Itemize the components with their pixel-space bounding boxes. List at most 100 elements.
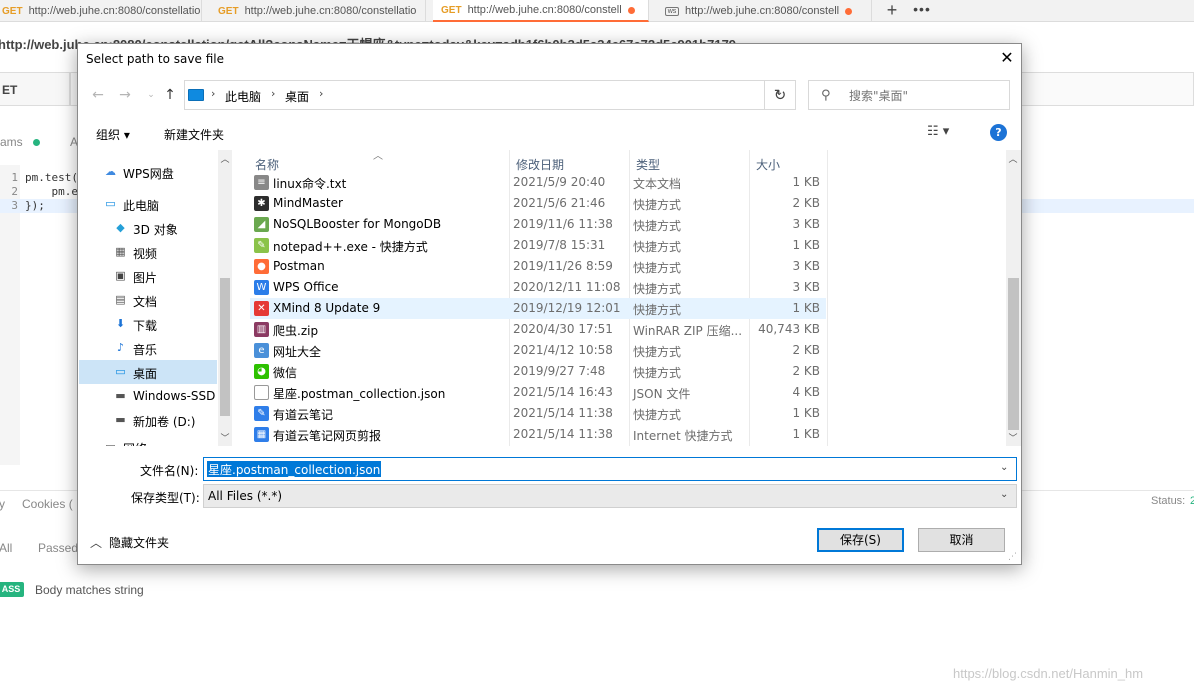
nav-item-label: WPS网盘 (123, 167, 174, 181)
more-tabs-icon[interactable]: ••• (910, 0, 934, 22)
column-type[interactable]: 类型 (636, 156, 660, 173)
scrollbar-thumb[interactable] (1008, 278, 1019, 430)
column-size[interactable]: 大小 (756, 156, 780, 173)
scroll-down-icon[interactable]: ﹀ (1006, 431, 1020, 444)
search-icon: ⚲ (821, 88, 831, 103)
browser-tab-bar: GET http://web.juhe.cn:8080/constellatio… (0, 0, 1194, 22)
dialog-title: Select path to save file (86, 52, 224, 66)
file-name: linux命令.txt (273, 177, 347, 191)
back-arrow-icon[interactable]: ← (87, 84, 109, 106)
nav-item[interactable]: ☁ WPS网盘 (79, 160, 217, 184)
nav-item[interactable]: ▦ 视频 (79, 240, 217, 264)
request-tab[interactable]: ws http://web.juhe.cn:8080/constell (657, 0, 872, 22)
nav-item[interactable]: ♪ 音乐 (79, 336, 217, 360)
file-row[interactable]: ▥ 爬虫.zip 2020/4/30 17:51 WinRAR ZIP 压缩... 40… (250, 319, 826, 340)
filename-value[interactable]: 星座.postman_collection.json (207, 461, 382, 477)
request-tab-active[interactable]: GET http://web.juhe.cn:8080/constell (433, 0, 649, 22)
file-row[interactable]: ▦ 有道云笔记网页剪报 2021/5/14 11:38 Internet 快捷方式 1 … (250, 424, 826, 445)
file-date: 2020/4/30 17:51 (513, 322, 613, 336)
new-folder-button[interactable]: 新建文件夹 (164, 126, 224, 143)
file-row[interactable]: 星座.postman_collection.json 2021/5/14 16:4… (250, 382, 826, 403)
help-icon[interactable]: ? (990, 124, 1007, 141)
file-size: 1 KB (792, 427, 820, 441)
websocket-icon: ws (665, 6, 679, 16)
nav-item[interactable]: ⬇ 下载 (79, 312, 217, 336)
save-button[interactable]: 保存(S) (817, 528, 904, 552)
nav-item-label: 下载 (133, 319, 158, 333)
file-size: 1 KB (792, 238, 820, 252)
nav-item[interactable]: ▭ 此电脑 (79, 192, 217, 216)
nav-item-label: 视频 (133, 247, 158, 261)
scroll-up-icon[interactable]: ︿ (218, 152, 232, 165)
scrollbar-thumb[interactable] (220, 278, 230, 416)
file-row[interactable]: ✕ XMind 8 Update 9 2019/12/19 12:01 快捷方式 1 K… (250, 298, 826, 319)
file-row[interactable]: e 网址大全 2021/4/12 10:58 快捷方式 2 KB (250, 340, 826, 361)
music-icon: ♪ (116, 341, 125, 354)
filename-field[interactable]: 星座.postman_collection.json ⌄ (203, 457, 1017, 481)
file-type: 快捷方式 (633, 345, 682, 359)
postman-icon: ● (254, 259, 269, 274)
chevron-down-icon[interactable]: ⌄ (1000, 489, 1008, 500)
column-name[interactable]: 名称 (255, 156, 279, 173)
desktop-icon: ▭ (115, 365, 126, 378)
file-size: 2 KB (792, 364, 820, 378)
organize-button[interactable]: 组织 ▾ (96, 126, 130, 143)
nav-item[interactable]: ▭ 桌面 (79, 360, 217, 384)
file-row[interactable]: ✱ MindMaster 2021/5/6 21:46 快捷方式 2 KB (250, 193, 826, 214)
breadcrumb-desktop[interactable]: 桌面 (285, 88, 309, 105)
request-tab[interactable]: GET http://web.juhe.cn:8080/constellatio (210, 0, 426, 22)
nav-scrollbar[interactable]: ︿ ﹀ (218, 150, 232, 446)
up-arrow-icon[interactable]: ↑ (159, 84, 181, 106)
breadcrumb-chevron-icon[interactable]: › (319, 87, 323, 100)
file-type: 快捷方式 (633, 408, 682, 422)
nav-item[interactable]: ◆ 3D 对象 (79, 216, 217, 240)
filetype-select[interactable]: All Files (*.*) ⌄ (203, 484, 1017, 508)
file-row[interactable]: ◕ 微信 2019/9/27 7:48 快捷方式 2 KB (250, 361, 826, 382)
column-date[interactable]: 修改日期 (516, 156, 564, 173)
forward-arrow-icon[interactable]: → (114, 84, 136, 106)
tab-body[interactable]: y (0, 497, 5, 511)
chevron-down-icon[interactable]: ⌄ (1000, 462, 1008, 473)
file-list-scrollbar[interactable]: ︿ ﹀ (1006, 150, 1021, 446)
file-row[interactable]: ● Postman 2019/11/26 8:59 快捷方式 3 KB (250, 256, 826, 277)
file-size: 2 KB (792, 196, 820, 210)
scroll-down-icon[interactable]: ﹀ (218, 431, 232, 444)
navigation-pane: ☁ WPS网盘 ▭ 此电脑 ◆ 3D 对象 ▦ 视频 ▣ 图片 ▤ 文档 ⬇ 下载 ♪ 音乐 ▭ 桌面 ▬ Windo… (79, 150, 232, 446)
nav-item-label: 音乐 (133, 343, 158, 357)
search-box[interactable]: ⚲ (808, 80, 1010, 110)
browser-icon: e (254, 343, 269, 358)
new-tab-plus-icon[interactable]: + (880, 0, 904, 22)
tab-params[interactable]: rams (0, 135, 23, 149)
nav-item-label: 3D 对象 (133, 223, 178, 237)
file-row[interactable]: W WPS Office 2020/12/11 11:08 快捷方式 3 KB (250, 277, 826, 298)
address-bar[interactable]: › 此电脑 › 桌面 › ⌄ (184, 80, 796, 110)
file-date: 2021/4/12 10:58 (513, 343, 613, 357)
file-row[interactable]: ✎ notepad++.exe - 快捷方式 2019/7/8 15:31 快捷方式 1… (250, 235, 826, 256)
nav-item[interactable]: ▭ 网络 (79, 435, 217, 446)
close-icon[interactable]: ✕ (997, 49, 1017, 69)
search-input[interactable] (849, 89, 999, 103)
tab-cookies[interactable]: Cookies ( (22, 497, 73, 511)
refresh-icon[interactable]: ↻ (764, 80, 796, 110)
file-row[interactable]: ✎ 有道云笔记 2021/5/14 11:38 快捷方式 1 KB (250, 403, 826, 424)
request-tab[interactable]: GET http://web.juhe.cn:8080/constellatio (0, 0, 202, 22)
view-options-icon[interactable]: ☷ ▾ (927, 124, 949, 139)
nav-item[interactable]: ▤ 文档 (79, 288, 217, 312)
scroll-up-icon[interactable]: ︿ (1006, 152, 1020, 165)
method-selector[interactable]: ET (0, 72, 70, 106)
nav-item[interactable]: ▬ 新加卷 (D:) (79, 408, 217, 432)
breadcrumb-chevron-icon[interactable]: › (271, 87, 275, 100)
resize-grip-icon[interactable]: ⋰ (1008, 552, 1017, 562)
file-name: 网址大全 (273, 345, 322, 359)
filter-passed[interactable]: Passed (38, 541, 78, 555)
filename-label: 文件名(N): (140, 464, 199, 478)
hide-folders-toggle[interactable]: ︿ 隐藏文件夹 (90, 534, 169, 551)
breadcrumb-this-pc[interactable]: 此电脑 (225, 88, 261, 105)
filter-all[interactable]: All (0, 541, 12, 555)
file-row[interactable]: ≡ linux命令.txt 2021/5/9 20:40 文本文档 1 KB (250, 172, 826, 193)
nav-item[interactable]: ▬ Windows-SSD (79, 384, 217, 408)
nav-item[interactable]: ▣ 图片 (79, 264, 217, 288)
breadcrumb-chevron-icon[interactable]: › (211, 87, 215, 100)
file-row[interactable]: ◢ NoSQLBooster for MongoDB 2019/11/6 11:38… (250, 214, 826, 235)
cancel-button[interactable]: 取消 (918, 528, 1005, 552)
